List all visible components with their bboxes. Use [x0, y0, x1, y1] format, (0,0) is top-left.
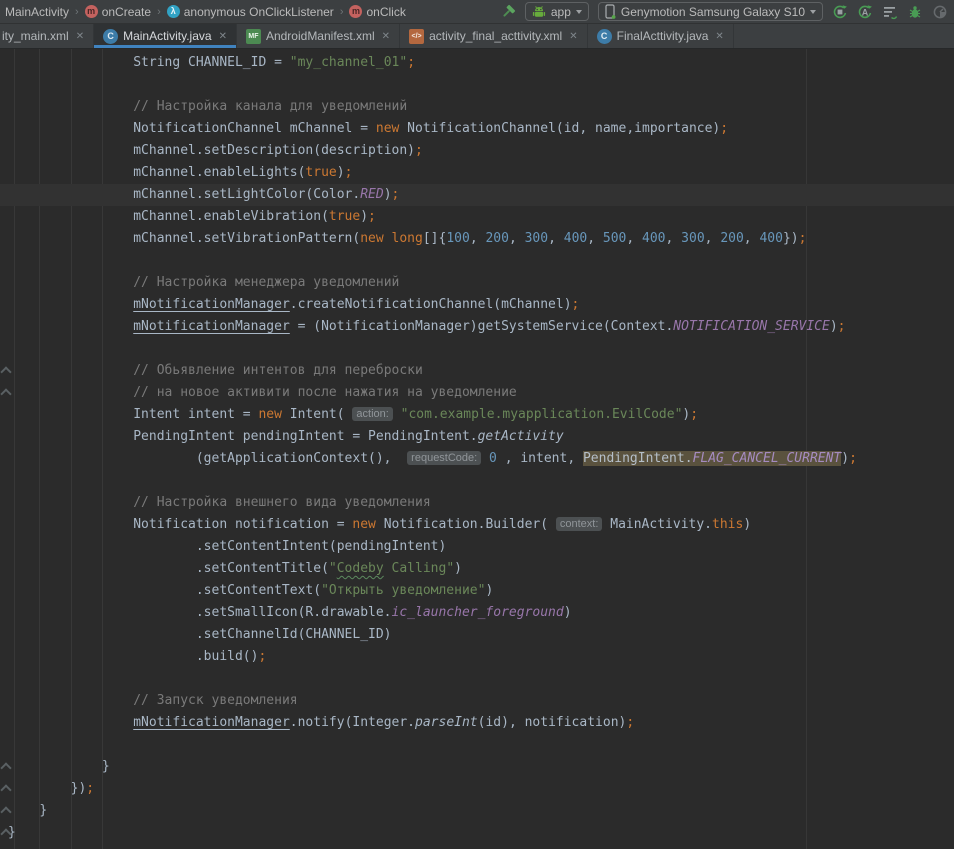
breadcrumb-label: onCreate — [102, 5, 151, 19]
code-line[interactable]: // Настройка внешнего вида уведомления — [0, 492, 954, 514]
close-icon[interactable]: ✕ — [382, 31, 390, 42]
code-line[interactable]: // Настройка менеджера уведомлений — [0, 272, 954, 294]
code-line[interactable]: mChannel.setLightColor(Color.RED); — [0, 184, 954, 206]
tab-FinalActtivity.java[interactable]: C FinalActtivity.java ✕ — [588, 24, 734, 48]
close-icon[interactable]: ✕ — [715, 31, 723, 42]
breadcrumb-item[interactable]: m onCreate — [82, 5, 154, 19]
module-selector[interactable]: app — [525, 2, 589, 21]
method-icon: m — [85, 5, 98, 18]
editor-tabs: ity_main.xml ✕ C MainActivity.java ✕ MF Androi… — [0, 24, 954, 49]
apply-changes-icon[interactable] — [832, 4, 848, 20]
close-icon[interactable]: ✕ — [76, 31, 84, 42]
run-toolbar: app Genymotion Samsung Galaxy S10 A — [500, 2, 948, 21]
code-line[interactable]: .setSmallIcon(R.drawable.ic_launcher_for… — [0, 602, 954, 624]
code-line[interactable]: .setChannelId(CHANNEL_ID) — [0, 624, 954, 646]
tab-activity_final_acttivity.xml[interactable]: </> activity_final_acttivity.xml ✕ — [400, 24, 588, 48]
android-robot-icon — [532, 5, 546, 19]
code-line[interactable]: // Запуск уведомления — [0, 690, 954, 712]
code-line[interactable]: } — [0, 756, 954, 778]
close-icon[interactable]: ✕ — [569, 31, 577, 42]
code-line[interactable]: .setContentIntent(pendingIntent) — [0, 536, 954, 558]
breadcrumb-label: onClick — [366, 5, 405, 19]
breadcrumb-label: anonymous OnClickListener — [184, 5, 334, 19]
profile-icon[interactable] — [932, 4, 948, 20]
android-studio-window: MainActivity › m onCreate › λ anonymous OnClic… — [0, 0, 954, 849]
code-line[interactable]: mNotificationManager.createNotificationC… — [0, 294, 954, 316]
tab-label: activity_final_acttivity.xml — [429, 29, 562, 43]
anonymous-class-icon: λ — [167, 5, 180, 18]
code-line[interactable] — [0, 74, 954, 96]
code-line[interactable]: mChannel.enableVibration(true); — [0, 206, 954, 228]
code-line[interactable]: mNotificationManager.notify(Integer.pars… — [0, 712, 954, 734]
code-line[interactable]: mNotificationManager = (NotificationMana… — [0, 316, 954, 338]
code-line[interactable]: // Настройка канала для уведомлений — [0, 96, 954, 118]
java-class-icon: C — [103, 29, 118, 44]
breadcrumb-separator: › — [156, 6, 162, 18]
code-line[interactable] — [0, 338, 954, 360]
apply-code-changes-icon[interactable]: A — [857, 4, 873, 20]
code-line[interactable]: (getApplicationContext(), requestCode: 0… — [0, 448, 954, 470]
breadcrumb-separator: › — [74, 6, 80, 18]
code-line[interactable]: mChannel.setDescription(description); — [0, 140, 954, 162]
tab-label: MainActivity.java — [123, 29, 211, 43]
build-hammer-icon[interactable] — [500, 4, 516, 20]
code-line[interactable]: .setContentTitle("Codeby Calling") — [0, 558, 954, 580]
code-line[interactable] — [0, 734, 954, 756]
code-line[interactable]: // Обьявление интентов для переброски — [0, 360, 954, 382]
build-variants-icon[interactable] — [882, 4, 898, 20]
code-line[interactable]: .setContentText("Открыть уведомление") — [0, 580, 954, 602]
tab-MainActivity.java[interactable]: C MainActivity.java ✕ — [94, 24, 237, 48]
code-line[interactable]: Intent intent = new Intent( action: "com… — [0, 404, 954, 426]
device-selector[interactable]: Genymotion Samsung Galaxy S10 — [598, 2, 823, 21]
chevron-down-icon — [576, 10, 582, 14]
java-class-icon: C — [597, 29, 612, 44]
code-line[interactable] — [0, 668, 954, 690]
device-selector-label: Genymotion Samsung Galaxy S10 — [621, 5, 805, 19]
tab-label: FinalActtivity.java — [617, 29, 709, 43]
breadcrumb-item[interactable]: MainActivity — [2, 5, 72, 19]
debug-icon[interactable] — [907, 4, 923, 20]
breadcrumb-label: MainActivity — [5, 5, 69, 19]
code-line[interactable]: .build(); — [0, 646, 954, 668]
module-selector-label: app — [551, 5, 571, 19]
breadcrumb-item[interactable]: λ anonymous OnClickListener — [164, 5, 337, 19]
code-line[interactable]: // на новое активити после нажатия на ув… — [0, 382, 954, 404]
code-line[interactable]: } — [0, 822, 954, 844]
close-icon[interactable]: ✕ — [219, 31, 227, 42]
breadcrumb: MainActivity › m onCreate › λ anonymous OnClic… — [2, 5, 409, 19]
breadcrumb-item[interactable]: m onClick — [346, 5, 408, 19]
device-phone-icon — [605, 4, 616, 19]
tab-label: AndroidManifest.xml — [266, 29, 375, 43]
navigation-bar: MainActivity › m onCreate › λ anonymous OnClic… — [0, 0, 954, 24]
breadcrumb-separator: › — [339, 6, 345, 18]
tab-AndroidManifest.xml[interactable]: MF AndroidManifest.xml ✕ — [237, 24, 400, 48]
method-icon: m — [349, 5, 362, 18]
code-line[interactable]: Notification notification = new Notifica… — [0, 514, 954, 536]
code-line[interactable]: NotificationChannel mChannel = new Notif… — [0, 118, 954, 140]
manifest-file-icon: MF — [246, 29, 261, 44]
xml-file-icon: </> — [409, 29, 424, 44]
tab-label: ity_main.xml — [2, 29, 69, 43]
code-line[interactable]: }); — [0, 778, 954, 800]
code-line[interactable]: mChannel.setVibrationPattern(new long[]{… — [0, 228, 954, 250]
code-line[interactable]: } — [0, 800, 954, 822]
code-editor[interactable]: String CHANNEL_ID = "my_channel_01"; // … — [0, 49, 954, 849]
code-content: String CHANNEL_ID = "my_channel_01"; // … — [0, 52, 954, 844]
tab-ity_main.xml[interactable]: ity_main.xml ✕ — [0, 24, 94, 48]
code-line[interactable]: mChannel.enableLights(true); — [0, 162, 954, 184]
code-line[interactable] — [0, 470, 954, 492]
code-line[interactable]: String CHANNEL_ID = "my_channel_01"; — [0, 52, 954, 74]
chevron-down-icon — [810, 10, 816, 14]
svg-text:A: A — [862, 7, 869, 17]
code-line[interactable]: PendingIntent pendingIntent = PendingInt… — [0, 426, 954, 448]
code-line[interactable] — [0, 250, 954, 272]
